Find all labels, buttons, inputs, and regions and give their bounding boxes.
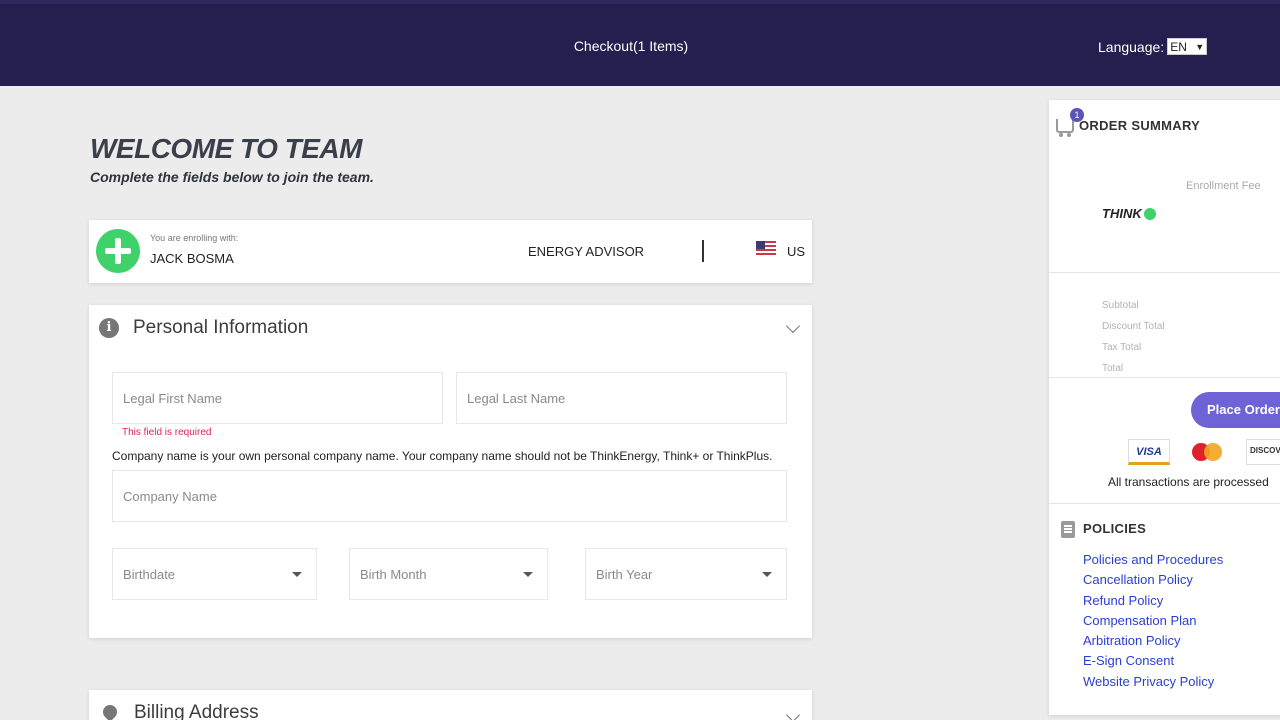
personal-information-header[interactable]: i Personal Information — [99, 317, 308, 339]
chevron-down-icon[interactable] — [785, 318, 801, 334]
map-pin-icon — [100, 702, 120, 720]
us-flag-icon — [756, 241, 776, 255]
visa-icon: VISA — [1128, 439, 1170, 465]
first-name-error: This field is required — [122, 427, 212, 438]
tax-total-label: Tax Total — [1102, 342, 1142, 353]
order-summary-title: ORDER SUMMARY — [1079, 118, 1201, 133]
discount-total-label: Discount Total — [1102, 321, 1165, 332]
document-icon — [1061, 521, 1075, 538]
dropdown-arrow-icon — [762, 571, 772, 577]
page-subtitle: Complete the fields below to join the te… — [90, 169, 374, 185]
company-name-input[interactable]: Company Name — [112, 470, 787, 522]
transactions-note: All transactions are processed — [1108, 475, 1269, 489]
policy-link[interactable]: Policies and Procedures — [1083, 550, 1223, 570]
birthdate-select[interactable]: Birthdate — [112, 548, 317, 600]
page-title: WELCOME TO TEAM — [90, 133, 362, 164]
birth-year-select[interactable]: Birth Year — [585, 548, 787, 600]
legal-first-name-input[interactable]: Legal First Name — [112, 372, 443, 424]
plus-circle-icon — [96, 229, 140, 273]
dropdown-arrow-icon — [292, 571, 302, 577]
divider — [702, 240, 704, 262]
company-placeholder: Company Name — [123, 488, 217, 504]
birthdate-placeholder: Birthdate — [123, 566, 176, 582]
personal-information-section: i Personal Information Legal First Name … — [89, 305, 812, 638]
country-code: US — [787, 244, 806, 259]
enrolling-with-card: You are enrolling with: JACK BOSMA ENERG… — [89, 220, 812, 283]
policy-link[interactable]: E-Sign Consent — [1083, 651, 1223, 671]
section-title: Personal Information — [133, 317, 309, 338]
dropdown-arrow-icon — [523, 571, 533, 577]
checkout-label[interactable]: Checkout(1 Items) — [0, 38, 1262, 54]
think-logo: THINK — [1102, 206, 1156, 221]
company-name-note: Company name is your own personal compan… — [112, 449, 773, 463]
mastercard-icon — [1189, 439, 1231, 465]
language-label: Language: — [1098, 38, 1165, 55]
last-name-placeholder: Legal Last Name — [467, 390, 566, 406]
birth-month-placeholder: Birth Month — [360, 566, 427, 582]
cart-icon — [1056, 119, 1074, 137]
birth-month-select[interactable]: Birth Month — [349, 548, 548, 600]
policy-links: Policies and Procedures Cancellation Pol… — [1083, 550, 1223, 692]
policy-link[interactable]: Compensation Plan — [1083, 611, 1223, 631]
discover-icon: DISCOVER — [1246, 439, 1280, 465]
logo-dot-icon — [1143, 207, 1156, 220]
language-selector: Language: EN ▼ — [1098, 38, 1208, 55]
separator — [1049, 503, 1280, 504]
policies-title: POLICIES — [1083, 521, 1147, 536]
language-select[interactable]: EN ▼ — [1167, 38, 1208, 55]
policy-link[interactable]: Refund Policy — [1083, 591, 1223, 611]
top-bar: Checkout(1 Items) Language: EN ▼ — [0, 0, 1280, 86]
legal-last-name-input[interactable]: Legal Last Name — [456, 372, 787, 424]
info-icon: i — [99, 318, 119, 338]
sponsor-name: JACK BOSMA — [150, 251, 234, 266]
language-value: EN — [1170, 39, 1187, 54]
birth-year-placeholder: Birth Year — [596, 566, 653, 582]
policy-link[interactable]: Cancellation Policy — [1083, 570, 1223, 590]
chevron-down-icon[interactable] — [785, 707, 801, 720]
section-title: Billing Address — [134, 702, 259, 720]
place-order-button[interactable]: Place Order — [1191, 392, 1280, 428]
totals-list: Subtotal Discount Total Tax Total Total — [1102, 295, 1165, 379]
enrollment-role: ENERGY ADVISOR — [528, 244, 645, 259]
enrollment-fee-label: Enrollment Fee — [1186, 180, 1261, 192]
separator — [1049, 272, 1280, 273]
policy-link[interactable]: Arbitration Policy — [1083, 631, 1223, 651]
chevron-down-icon: ▼ — [1195, 41, 1205, 52]
order-summary-panel: 1 ORDER SUMMARY Enrollment Fee THINK Sub… — [1049, 100, 1280, 715]
enrolling-with-label: You are enrolling with: — [150, 233, 239, 243]
logo-text: THINK — [1102, 206, 1142, 221]
separator — [1049, 377, 1280, 378]
first-name-placeholder: Legal First Name — [123, 390, 222, 406]
policy-link[interactable]: Website Privacy Policy — [1083, 672, 1223, 692]
subtotal-label: Subtotal — [1102, 300, 1139, 311]
billing-address-section[interactable]: Billing Address — [89, 690, 812, 720]
total-label: Total — [1102, 363, 1124, 374]
